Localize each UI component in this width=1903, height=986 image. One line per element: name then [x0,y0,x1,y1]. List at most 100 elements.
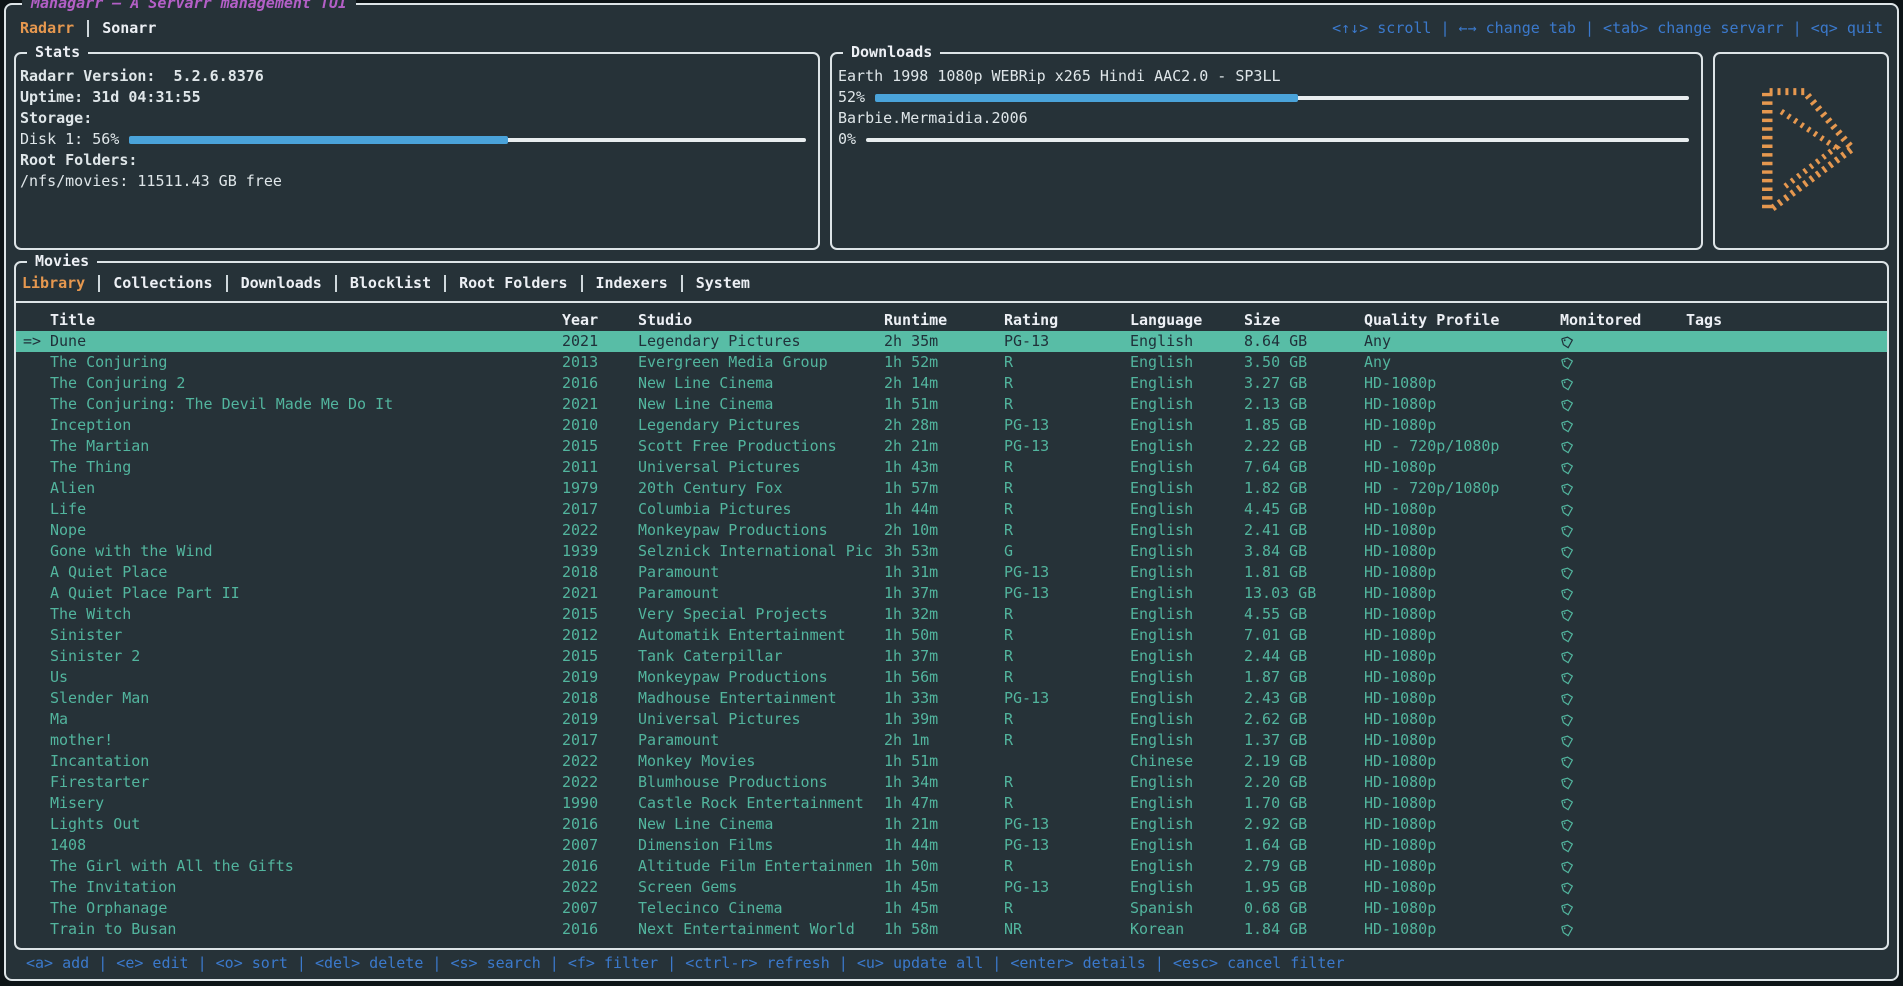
cell-language: English [1130,562,1244,583]
tab-radarr[interactable]: Radarr [20,18,74,39]
cell-size: 2.62 GB [1244,709,1364,730]
cell-language: English [1130,835,1244,856]
cell-language: English [1130,499,1244,520]
cell-title: Slender Man [50,688,562,709]
cell-language: English [1130,583,1244,604]
cell-language: English [1130,331,1244,352]
cell-year: 2013 [562,352,638,373]
cell-studio: Dimension Films [638,835,884,856]
cell-rating: R [1004,793,1130,814]
cell-quality-profile: HD-1080p [1364,877,1560,898]
cell-quality-profile: HD-1080p [1364,499,1560,520]
cell-size: 3.84 GB [1244,541,1364,562]
cell-title: Nope [50,520,562,541]
cell-studio: Monkey Movies [638,751,884,772]
cell-rating: R [1004,772,1130,793]
tab-sonarr[interactable]: Sonarr [102,18,156,39]
cell-language: English [1130,793,1244,814]
cell-year: 1979 [562,478,638,499]
cell-studio: Paramount [638,562,884,583]
cell-size: 4.55 GB [1244,604,1364,625]
cell-studio: Very Special Projects [638,604,884,625]
movies-tab-root-folders[interactable]: Root Folders [459,273,567,294]
cell-year: 2021 [562,583,638,604]
cell-year: 2015 [562,646,638,667]
cell-studio: Next Entertainment World [638,919,884,940]
disk-usage-bar [129,138,806,142]
download-item-name[interactable]: Earth 1998 1080p WEBRip x265 Hindi AAC2.… [838,66,1691,87]
cell-size: 1.37 GB [1244,730,1364,751]
cell-rating: PG-13 [1004,835,1130,856]
movies-tab-library[interactable]: Library [22,273,85,294]
tab-separator [98,275,100,292]
cell-year: 2012 [562,625,638,646]
downloads-panel-title: Downloads [843,42,940,63]
cell-title: 1408 [50,835,562,856]
cell-quality-profile: HD-1080p [1364,520,1560,541]
cell-runtime: 1h 45m [884,877,1004,898]
cell-year: 2015 [562,436,638,457]
cell-quality-profile: HD-1080p [1364,709,1560,730]
cell-language: English [1130,772,1244,793]
cell-size: 2.92 GB [1244,814,1364,835]
cell-title: The Conjuring: The Devil Made Me Do It [50,394,562,415]
cell-title: Incantation [50,751,562,772]
table-row[interactable]: Train to Busan 2016 Next Entertainment W… [16,919,1887,940]
cell-language: English [1130,814,1244,835]
cell-runtime: 1h 57m [884,478,1004,499]
cell-year: 2018 [562,688,638,709]
cell-size: 1.95 GB [1244,877,1364,898]
cell-year: 2016 [562,919,638,940]
cell-size: 7.64 GB [1244,457,1364,478]
cell-studio: Castle Rock Entertainment [638,793,884,814]
cell-quality-profile: HD-1080p [1364,646,1560,667]
cell-title: Train to Busan [50,919,562,940]
stats-panel-title: Stats [27,42,88,63]
cell-quality-profile: HD-1080p [1364,373,1560,394]
cell-quality-profile: HD-1080p [1364,625,1560,646]
cell-runtime: 3h 53m [884,541,1004,562]
cell-studio: 20th Century Fox [638,478,884,499]
movies-panel-title: Movies [27,251,97,272]
cell-quality-profile: HD-1080p [1364,415,1560,436]
movies-tab-system[interactable]: System [696,273,750,294]
cell-quality-profile: HD-1080p [1364,898,1560,919]
tab-separator [87,20,89,37]
cell-language: Korean [1130,919,1244,940]
movies-tab-bar: Library Collections Downloads Blocklist Root… [16,271,1887,303]
tab-separator [581,275,583,292]
movies-tab-collections[interactable]: Collections [113,273,212,294]
movies-table: Title Year Studio Runtime Rating Languag… [16,303,1887,948]
col-runtime: Runtime [884,310,1004,331]
cell-size: 1.81 GB [1244,562,1364,583]
cell-title: Lights Out [50,814,562,835]
movies-table-body: => Dune 2021 Legendary Pictures 2h 35m P… [16,331,1887,940]
cell-year: 2016 [562,814,638,835]
cell-language: English [1130,856,1244,877]
download-percent-label: 52% [838,87,865,108]
cell-rating: G [1004,541,1130,562]
cell-runtime: 2h 28m [884,415,1004,436]
movies-tab-blocklist[interactable]: Blocklist [350,273,431,294]
movies-tab-downloads[interactable]: Downloads [241,273,322,294]
cell-runtime: 1h 44m [884,499,1004,520]
managarr-logo-icon [1737,75,1865,227]
cell-quality-profile: HD-1080p [1364,541,1560,562]
cell-title: Alien [50,478,562,499]
cell-runtime: 1h 43m [884,457,1004,478]
cell-runtime: 1h 50m [884,625,1004,646]
col-rating: Rating [1004,310,1130,331]
movies-tab-indexers[interactable]: Indexers [596,273,668,294]
cell-runtime: 1h 56m [884,667,1004,688]
cell-size: 2.20 GB [1244,772,1364,793]
cell-studio: Paramount [638,583,884,604]
cell-studio: Tank Caterpillar [638,646,884,667]
cell-title: Firestarter [50,772,562,793]
cell-rating: R [1004,604,1130,625]
cell-rating: R [1004,478,1130,499]
download-item-name[interactable]: Barbie.Mermaidia.2006 [838,108,1691,129]
cell-language: English [1130,604,1244,625]
download-progress: 0% [838,129,1691,150]
managarr-app: Managarr – A Servarr management TUI Rada… [4,3,1899,981]
cell-language: English [1130,646,1244,667]
